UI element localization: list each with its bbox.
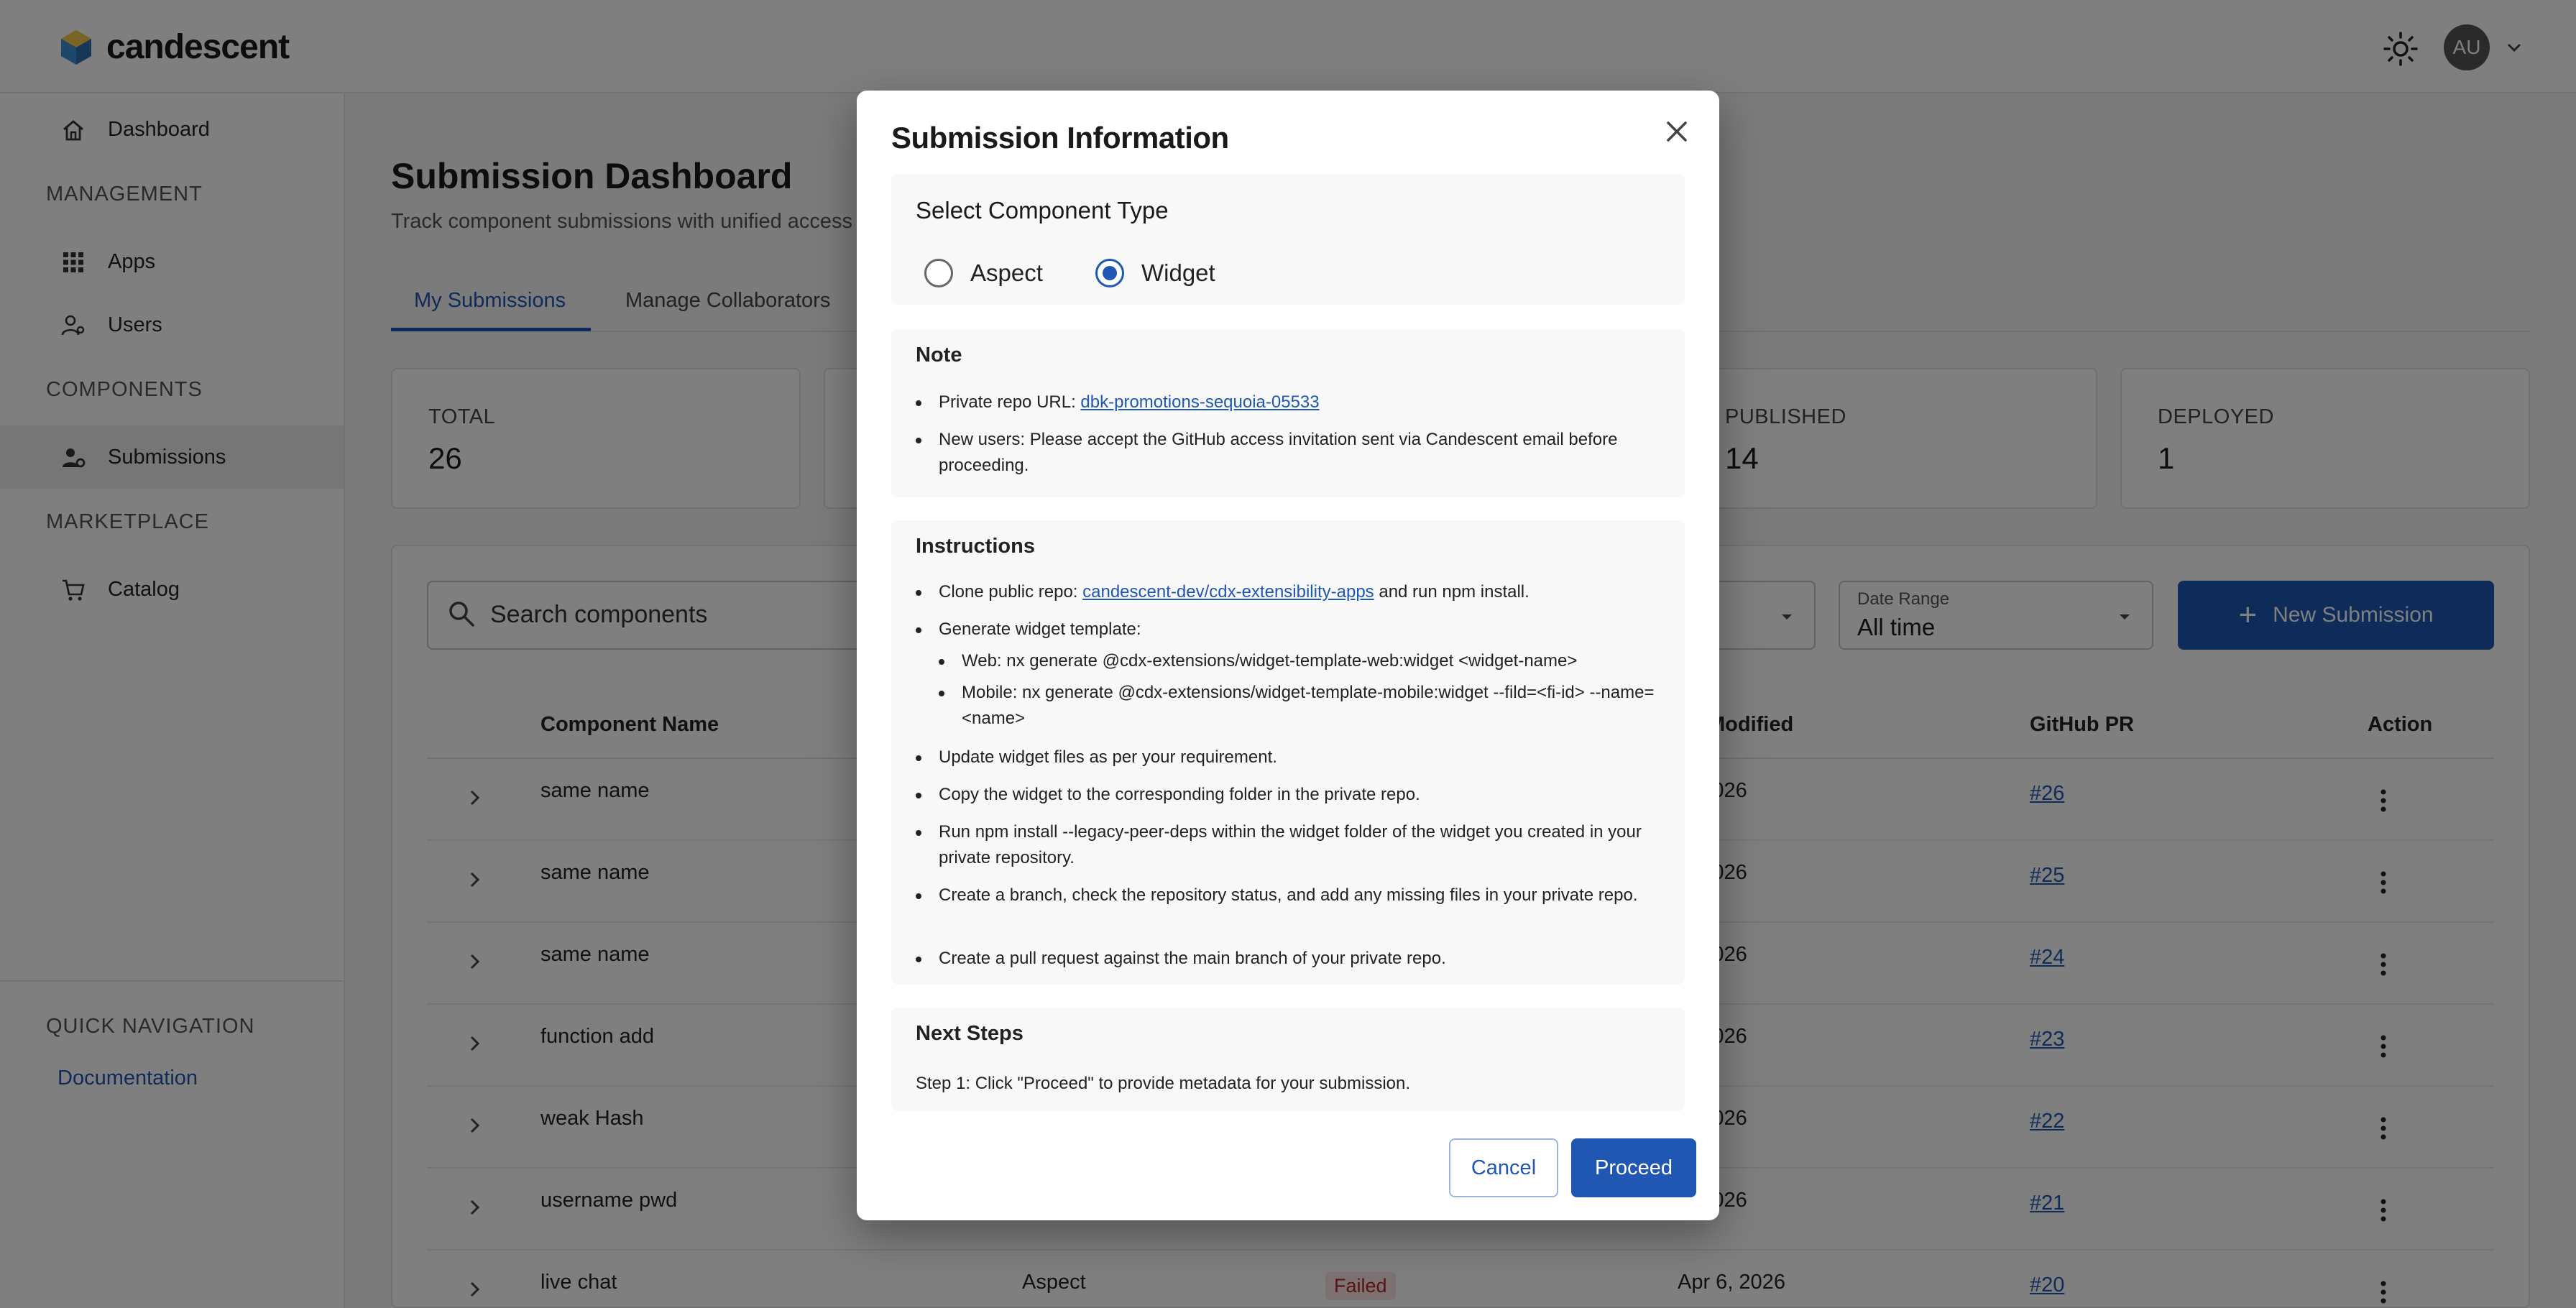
new-users-note: New users: Please accept the GitHub acce…: [939, 430, 1618, 475]
section-title: Select Component Type: [916, 197, 1169, 224]
close-icon[interactable]: [1662, 116, 1692, 147]
bullet: [916, 627, 921, 633]
branch-text: Create a branch, check the repository st…: [939, 885, 1638, 905]
submission-information-dialog: Submission Information Select Component …: [857, 91, 1719, 1220]
section-title: Instructions: [916, 535, 1035, 558]
private-repo-link[interactable]: dbk-promotions-sequoia-05533: [1080, 392, 1319, 412]
section-title: Note: [916, 344, 962, 367]
bullet: [916, 755, 921, 761]
copy-text: Copy the widget to the corresponding fol…: [939, 785, 1420, 804]
web-command: Web: nx generate @cdx-extensions/widget-…: [962, 651, 1578, 671]
bullet: [916, 893, 921, 899]
mobile-command: Mobile: nx generate @cdx-extensions/widg…: [962, 683, 1655, 728]
next-step-text: Step 1: Click "Proceed" to provide metad…: [916, 1074, 1411, 1093]
bullet: [939, 691, 944, 696]
repo-url-prefix: Private repo URL:: [939, 392, 1081, 412]
public-repo-link[interactable]: candescent-dev/cdx-extensibility-apps: [1082, 582, 1374, 602]
clone-prefix: Clone public repo:: [939, 582, 1083, 602]
bullet: [916, 793, 921, 798]
bullet: [916, 400, 921, 406]
npm-install-text: Run npm install --legacy-peer-deps withi…: [939, 822, 1642, 867]
pull-request-text: Create a pull request against the main b…: [939, 949, 1446, 968]
radio-aspect[interactable]: Aspect: [924, 259, 1043, 287]
next-steps-section: Next Steps Step 1: Click "Proceed" to pr…: [891, 1008, 1685, 1111]
radio-widget[interactable]: Widget: [1095, 259, 1215, 287]
proceed-button[interactable]: Proceed: [1571, 1138, 1696, 1197]
update-text: Update widget files as per your requirem…: [939, 747, 1277, 767]
component-type-section: Select Component Type Aspect Widget: [891, 174, 1685, 305]
clone-suffix: and run npm install.: [1374, 582, 1530, 602]
radio-button-selected[interactable]: [1095, 259, 1124, 287]
note-section: Note Private repo URL: dbk-promotions-se…: [891, 329, 1685, 497]
dialog-title: Submission Information: [891, 121, 1229, 155]
cancel-button[interactable]: Cancel: [1449, 1138, 1558, 1197]
generate-template-text: Generate widget template:: [939, 620, 1141, 639]
section-title: Next Steps: [916, 1022, 1024, 1045]
bullet: [916, 957, 921, 962]
bullet: [916, 438, 921, 443]
radio-label: Aspect: [970, 259, 1043, 286]
radio-label: Widget: [1141, 259, 1215, 286]
bullet: [916, 830, 921, 836]
bullet: [939, 659, 944, 665]
radio-button[interactable]: [924, 259, 953, 287]
bullet: [916, 590, 921, 596]
instructions-section: Instructions Clone public repo: candesce…: [891, 520, 1685, 985]
